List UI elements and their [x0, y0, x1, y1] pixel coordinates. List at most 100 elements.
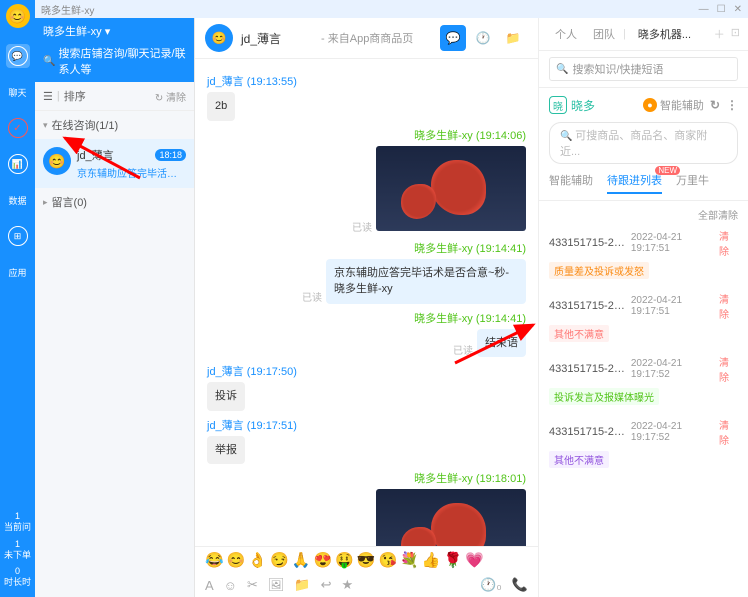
brand-icon: 晓 [549, 96, 567, 114]
font-icon[interactable]: A [205, 578, 214, 593]
contact-search[interactable]: 搜索店铺咨询/聊天记录/联系人等 [43, 42, 186, 80]
screenshot-icon[interactable]: ✂ [247, 577, 258, 593]
chat-mode-icon[interactable]: 💬 [440, 25, 466, 51]
window-title-bar: 晓多生鲜-xy — ☐ ✕ [35, 0, 748, 18]
message-bubble: 京东辅助应答完毕话术是否合意~秒-晓多生鲜-xy [326, 259, 526, 304]
clear-button[interactable]: ↻ 清除 [155, 89, 186, 104]
history-icon[interactable]: 🕐₀ [480, 577, 502, 593]
close-icon[interactable]: ✕ [734, 4, 742, 15]
folder-icon[interactable]: 📁 [294, 577, 310, 593]
reply-icon[interactable]: ↩ [321, 577, 332, 593]
rail-apps[interactable]: ⊞ [6, 224, 30, 248]
emoji-item[interactable]: 💐 [400, 551, 419, 569]
item-id: 433151715-246... [549, 426, 631, 438]
item-clear-button[interactable]: 清除 [719, 417, 738, 447]
emoji-item[interactable]: 😍 [313, 551, 332, 569]
tab-robot[interactable]: 晓多机器... [630, 24, 699, 44]
emoji-item[interactable]: 🤑 [335, 551, 354, 569]
item-clear-button[interactable]: 清除 [719, 291, 738, 321]
emoji-item[interactable]: 💗 [465, 551, 484, 569]
sort-label[interactable]: 排序 [64, 88, 86, 104]
chat-body[interactable]: jd_薄言 (19:13:55)2b晓多生鲜-xy (19:14:06)已读晓多… [195, 59, 538, 546]
add-icon[interactable]: ＋ [714, 26, 725, 42]
chat-input-area: 😂😊👌😏🙏😍🤑😎😘💐👍🌹💗 A ☺ ✂ 🖼 📁 ↩ ★ 🕐₀ 📞 [195, 546, 538, 597]
rail-item-label: 应用 [6, 260, 30, 284]
item-tag: 投诉发言及报媒体曝光 [549, 388, 659, 405]
followup-list: 433151715-246...2022-04-21 19:17:51清除质量差… [539, 228, 748, 468]
user-avatar[interactable]: 😊 [6, 4, 30, 28]
message-image[interactable] [376, 146, 526, 231]
message-bubble: 举报 [207, 436, 245, 465]
tab-personal[interactable]: 个人 [547, 24, 585, 44]
emoji-icon[interactable]: ☺ [224, 578, 237, 593]
shop-name[interactable]: 晓多生鲜-xy ▾ [43, 20, 186, 42]
item-date: 2022-04-21 19:17:51 [631, 232, 719, 254]
emoji-item[interactable]: 😏 [270, 551, 289, 569]
expand-icon[interactable]: ☰ [43, 90, 53, 103]
right-panel: 个人 团队 | 晓多机器... ＋ ⊡ 搜索知识/快捷短语 晓 晓多 ● 智能辅… [538, 0, 748, 597]
message-sender: 晓多生鲜-xy (19:14:41) [207, 240, 526, 256]
message-sender: jd_薄言 (19:13:55) [207, 73, 526, 89]
more-icon[interactable]: ⋮ [726, 98, 738, 112]
emoji-item[interactable]: 😘 [379, 551, 398, 569]
read-status: 已读 [352, 219, 372, 234]
rail-item-label: 聊天 [6, 80, 30, 104]
followup-item[interactable]: 433151715-246...2022-04-21 19:17:51清除质量差… [549, 228, 738, 279]
stat-2: 1未下单 [4, 539, 31, 561]
phone-icon[interactable]: 📞 [512, 577, 528, 593]
rail-red[interactable]: ✓ [6, 116, 30, 140]
rail-item-label: 数据 [6, 188, 30, 212]
settings-icon[interactable]: ⊡ [731, 26, 740, 42]
item-clear-button[interactable]: 清除 [719, 228, 738, 258]
history-icon[interactable]: 🕐 [470, 25, 496, 51]
chat-sub: - 来自App商商品页 [321, 30, 413, 46]
subtab-followup[interactable]: 待跟进列表 NEW [607, 172, 662, 194]
followup-item[interactable]: 433151715-246...2022-04-21 19:17:52清除其他不… [549, 417, 738, 468]
rail-chat[interactable]: 💬 [6, 44, 30, 68]
message-bubble: 投诉 [207, 382, 245, 411]
message-image[interactable] [376, 489, 526, 546]
image-icon[interactable]: 🖼 [268, 577, 285, 593]
subtab-smart[interactable]: 智能辅助 [549, 172, 593, 194]
product-search-input[interactable]: 可搜商品、商品名、商家附近... [549, 122, 738, 164]
emoji-item[interactable]: 😂 [205, 551, 224, 569]
message-bubble: 结束语 [477, 329, 526, 358]
message-sender: jd_薄言 (19:17:51) [207, 417, 526, 433]
contacts-panel: 晓多生鲜-xy ▾ 搜索店铺咨询/聊天记录/联系人等 ☰ | 排序 ↻ 清除 在… [35, 0, 195, 597]
emoji-item[interactable]: 👌 [248, 551, 267, 569]
brand: 晓 晓多 [549, 96, 595, 114]
item-clear-button[interactable]: 清除 [719, 354, 738, 384]
message-sender: 晓多生鲜-xy (19:14:06) [207, 127, 526, 143]
right-search-input[interactable]: 搜索知识/快捷短语 [549, 57, 738, 81]
rail-data[interactable]: 📊 [6, 152, 30, 176]
smart-handle[interactable]: ● 智能辅助 [643, 97, 704, 113]
read-status: 已读 [302, 289, 322, 304]
refresh-icon[interactable]: ↻ [710, 98, 720, 112]
tab-group[interactable]: 团队 [585, 24, 623, 44]
message-bubble: 2b [207, 92, 235, 121]
item-date: 2022-04-21 19:17:51 [631, 295, 719, 317]
section-online[interactable]: 在线咨询(1/1) [35, 111, 194, 139]
followup-item[interactable]: 433151715-246...2022-04-21 19:17:52清除投诉发… [549, 354, 738, 405]
followup-item[interactable]: 433151715-246...2022-04-21 19:17:51清除其他不… [549, 291, 738, 342]
contact-item[interactable]: 😊 jd_薄言 18:18 京东辅助应答完毕活术是否... [35, 139, 194, 188]
item-id: 433151715-246... [549, 237, 631, 249]
emoji-item[interactable]: 🙏 [292, 551, 311, 569]
emoji-item[interactable]: 👍 [422, 551, 441, 569]
minimize-icon[interactable]: — [699, 4, 709, 15]
item-date: 2022-04-21 19:17:52 [631, 421, 719, 443]
contact-preview: 京东辅助应答完毕活术是否... [77, 165, 186, 180]
emoji-item[interactable]: 😊 [227, 551, 246, 569]
item-tag: 其他不满意 [549, 325, 609, 342]
star-icon[interactable]: ★ [341, 577, 353, 593]
item-tag: 质量差及投诉或发怒 [549, 262, 649, 279]
message-sender: 晓多生鲜-xy (19:18:01) [207, 470, 526, 486]
folder-icon[interactable]: 📁 [500, 25, 526, 51]
section-messages[interactable]: 留言(0) [35, 188, 194, 216]
subtab-wln[interactable]: 万里牛 [676, 172, 709, 194]
emoji-item[interactable]: 🌹 [444, 551, 463, 569]
contact-name: jd_薄言 [77, 147, 114, 163]
maximize-icon[interactable]: ☐ [717, 4, 726, 15]
emoji-item[interactable]: 😎 [357, 551, 376, 569]
clear-all-button[interactable]: 全部清除 [698, 211, 738, 222]
